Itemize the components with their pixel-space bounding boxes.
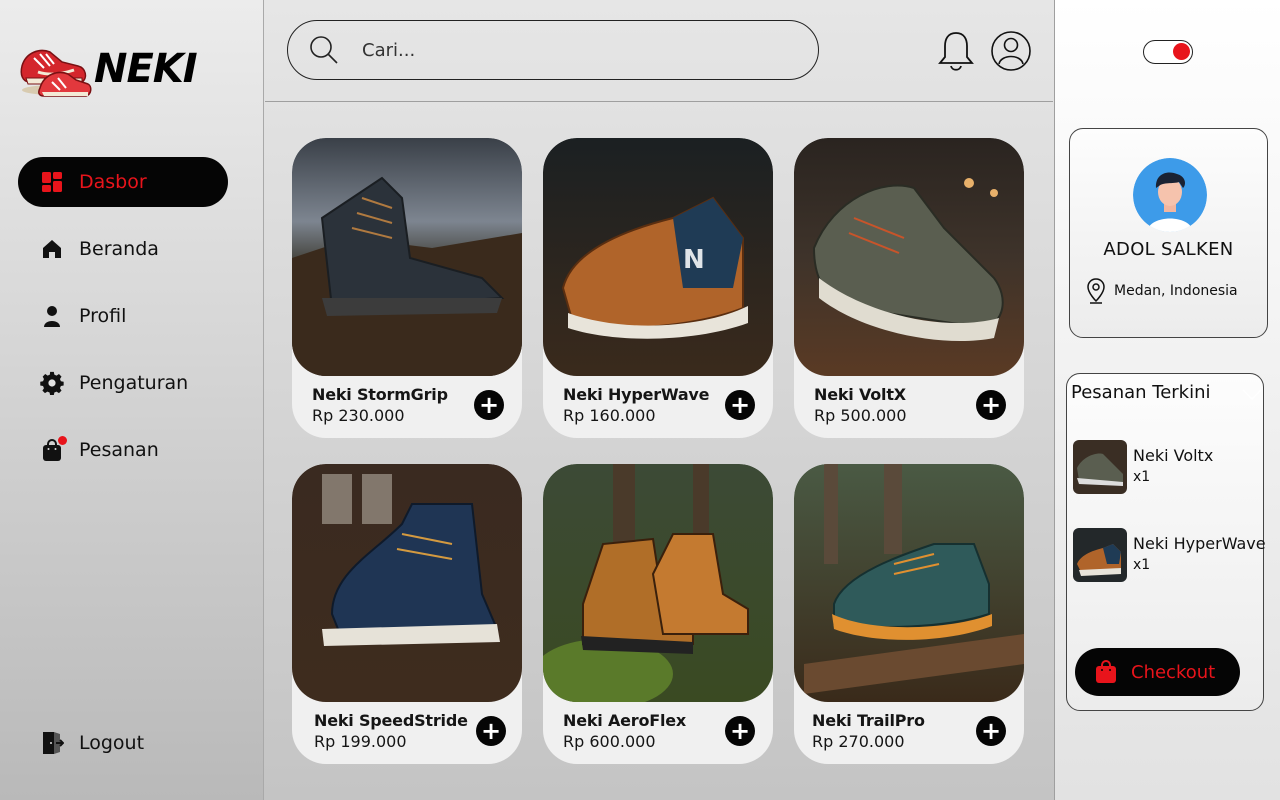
bell-icon[interactable] <box>937 30 975 72</box>
search-icon <box>310 36 338 64</box>
product-card[interactable]: Neki VoltX Rp 500.000 + <box>794 138 1024 438</box>
sidebar-item-label: Pengaturan <box>79 372 189 394</box>
plus-icon: + <box>480 717 502 745</box>
profile-card: ADOL SALKEN Medan, Indonesia <box>1069 128 1268 338</box>
theme-toggle[interactable] <box>1143 40 1193 64</box>
location-text: Medan, Indonesia <box>1114 283 1238 299</box>
product-price: Rp 270.000 <box>812 732 905 751</box>
order-name: Neki HyperWave <box>1133 534 1266 553</box>
profile-name: ADOL SALKEN <box>1103 239 1234 260</box>
plus-icon: + <box>980 391 1002 419</box>
search-bar[interactable] <box>287 20 819 80</box>
add-to-cart-button[interactable]: + <box>976 716 1006 746</box>
svg-text:N: N <box>683 245 705 275</box>
order-item[interactable]: Neki HyperWave x1 <box>1073 528 1266 582</box>
product-name: Neki AeroFlex <box>563 711 687 730</box>
checkout-button[interactable]: Checkout <box>1075 648 1240 696</box>
product-name: Neki VoltX <box>814 385 906 404</box>
order-thumbnail <box>1073 528 1127 582</box>
home-icon <box>40 237 64 261</box>
profile-location: Medan, Indonesia <box>1086 277 1238 305</box>
sidebar-item-label: Pesanan <box>79 439 159 461</box>
product-name: Neki StormGrip <box>312 385 448 404</box>
product-price: Rp 230.000 <box>312 406 405 425</box>
order-item[interactable]: Neki Voltx x1 <box>1073 440 1213 494</box>
order-qty: x1 <box>1133 557 1151 573</box>
product-image <box>794 138 1024 376</box>
plus-icon: + <box>980 717 1002 745</box>
chevron-down-icon[interactable] <box>1241 388 1263 402</box>
avatar[interactable] <box>1133 158 1207 232</box>
add-to-cart-button[interactable]: + <box>976 390 1006 420</box>
product-card[interactable]: Neki AeroFlex Rp 600.000 + <box>543 464 773 764</box>
sidebar-item-pengaturan[interactable]: Pengaturan <box>18 358 228 408</box>
sneaker-logo-icon <box>20 49 92 97</box>
top-bar <box>265 0 1053 102</box>
add-to-cart-button[interactable]: + <box>725 716 755 746</box>
product-card[interactable]: N Neki HyperWave Rp 160.000 + <box>543 138 773 438</box>
toggle-knob <box>1173 43 1190 60</box>
logout-button[interactable]: Logout <box>40 730 144 756</box>
product-card[interactable]: Neki TrailPro Rp 270.000 + <box>794 464 1024 764</box>
search-input[interactable] <box>362 39 782 61</box>
dashboard-icon <box>40 170 64 194</box>
product-price: Rp 160.000 <box>563 406 656 425</box>
plus-icon: + <box>478 391 500 419</box>
right-panel: ADOL SALKEN Medan, Indonesia Pesanan Ter… <box>1054 0 1280 800</box>
account-icon[interactable] <box>990 30 1032 72</box>
order-thumbnail <box>1073 440 1127 494</box>
brand-logo[interactable]: NEKI <box>16 38 198 100</box>
product-image <box>292 138 522 376</box>
gear-icon <box>40 371 64 395</box>
product-price: Rp 500.000 <box>814 406 907 425</box>
plus-icon: + <box>729 391 751 419</box>
product-name: Neki HyperWave <box>563 385 710 404</box>
sidebar-item-dasbor[interactable]: Dasbor <box>18 157 228 207</box>
logout-label: Logout <box>79 732 145 754</box>
sidebar-item-profil[interactable]: Profil <box>18 291 228 341</box>
checkout-label: Checkout <box>1131 661 1216 683</box>
product-image <box>543 464 773 702</box>
product-image: N <box>543 138 773 376</box>
product-name: Neki TrailPro <box>812 711 925 730</box>
shopping-bag-icon <box>1096 660 1116 683</box>
product-image <box>794 464 1024 702</box>
product-image <box>292 464 522 702</box>
brand-name: NEKI <box>94 46 198 92</box>
shopping-bag-icon <box>40 436 67 462</box>
plus-icon: + <box>729 717 751 745</box>
sidebar: NEKI Dasbor Beranda Profil Pengaturan Pe… <box>0 0 264 800</box>
add-to-cart-button[interactable]: + <box>725 390 755 420</box>
user-icon <box>40 304 64 328</box>
order-name: Neki Voltx <box>1133 446 1214 465</box>
add-to-cart-button[interactable]: + <box>474 390 504 420</box>
recent-orders-panel: Pesanan Terkini Neki Voltx x1 Neki Hyper… <box>1066 373 1266 711</box>
product-price: Rp 199.000 <box>314 732 407 751</box>
add-to-cart-button[interactable]: + <box>476 716 506 746</box>
product-card[interactable]: Neki StormGrip Rp 230.000 + <box>292 138 522 438</box>
sidebar-item-label: Beranda <box>79 238 159 260</box>
product-price: Rp 600.000 <box>563 732 656 751</box>
order-qty: x1 <box>1133 469 1151 485</box>
sidebar-item-beranda[interactable]: Beranda <box>18 224 228 274</box>
product-name: Neki SpeedStride <box>314 711 468 730</box>
product-card[interactable]: Neki SpeedStride Rp 199.000 + <box>292 464 522 764</box>
product-grid: Neki StormGrip Rp 230.000 + N Neki Hyper… <box>292 138 1032 768</box>
sidebar-item-pesanan[interactable]: Pesanan <box>18 425 228 475</box>
sidebar-item-label: Profil <box>79 305 127 327</box>
sidebar-item-label: Dasbor <box>79 171 147 193</box>
logout-icon <box>43 732 64 754</box>
notification-dot <box>58 436 67 445</box>
location-pin-icon <box>1087 278 1105 304</box>
sidebar-nav: Dasbor Beranda Profil Pengaturan Pesanan <box>18 157 228 492</box>
orders-title: Pesanan Terkini <box>1071 382 1211 403</box>
